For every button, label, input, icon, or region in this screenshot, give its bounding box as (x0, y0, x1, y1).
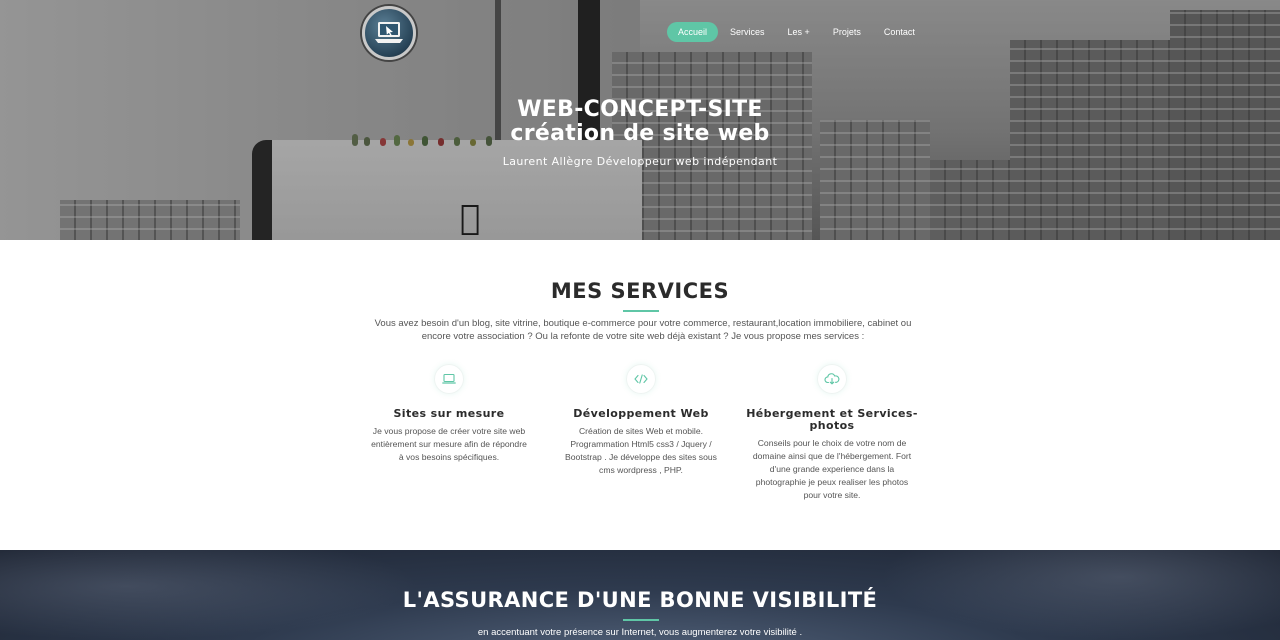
visibility-text: en accentuant votre présence sur Interne… (477, 627, 803, 638)
services-section: MES SERVICES Vous avez besoin d'un blog,… (0, 240, 1280, 550)
service-title: Développement Web (573, 407, 709, 420)
service-text: Création de sites Web et mobile. Program… (565, 426, 717, 475)
laptop-icon (434, 364, 464, 394)
code-icon (626, 364, 656, 394)
nav-item-contact[interactable]: Contact (873, 22, 926, 42)
laptop-cursor-icon (375, 22, 403, 43)
service-title: Sites sur mesure (393, 407, 505, 420)
title-divider (623, 619, 659, 621)
service-card: Développement Web Création de sites Web … (551, 364, 731, 477)
service-card: Hébergement et Services-photos Conseils … (742, 364, 922, 502)
hero-title-line1: WEB-CONCEPT-SITE (517, 97, 763, 122)
nav-item-services[interactable]: Services (719, 22, 776, 42)
service-title: Hébergement et Services-photos (746, 407, 918, 432)
service-text: Conseils pour le choix de votre nom de d… (752, 438, 912, 500)
main-nav: Accueil Services Les + Projets Contact (667, 22, 927, 42)
hero-subtitle: Laurent Allègre Développeur web indépend… (502, 155, 778, 168)
cloud-download-icon (817, 364, 847, 394)
site-logo[interactable] (362, 6, 416, 60)
hero-title-line2: création de site web (510, 121, 770, 146)
hero-section:  Accueil Services Les + Projets Contact… (0, 0, 1280, 240)
nav-item-projets[interactable]: Projets (822, 22, 872, 42)
visibility-title: L'ASSURANCE D'UNE BONNE VISIBILITÉ (402, 588, 878, 612)
visibility-section: L'ASSURANCE D'UNE BONNE VISIBILITÉ en ac… (0, 550, 1280, 640)
nav-item-accueil[interactable]: Accueil (667, 22, 719, 42)
hero-text: WEB-CONCEPT-SITE création de site web La… (0, 97, 1280, 169)
service-text: Je vous propose de créer votre site web … (371, 426, 527, 462)
service-card: Sites sur mesure Je vous propose de crée… (359, 364, 539, 464)
title-divider (623, 310, 659, 312)
section-title: MES SERVICES (550, 279, 730, 303)
services-intro: Vous avez besoin d'un blog, site vitrine… (374, 318, 912, 342)
nav-item-les-plus[interactable]: Les + (777, 22, 821, 42)
